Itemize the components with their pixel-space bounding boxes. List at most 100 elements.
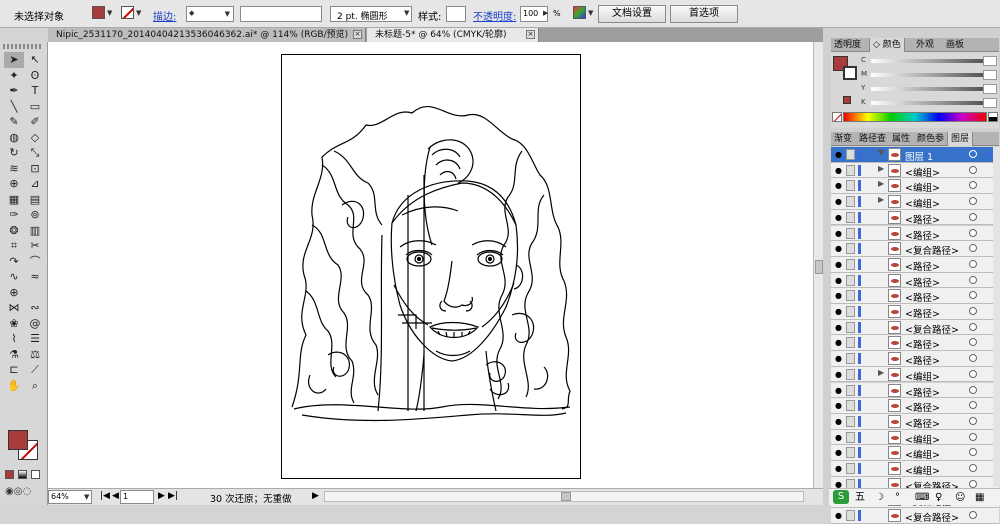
width-tool-icon[interactable]: ⋈	[4, 300, 24, 316]
tab-untitled-5[interactable]: 未标题-5* @ 64% (CMYK/轮廓) ×	[367, 28, 539, 42]
perspective-grid-icon[interactable]: ⊿	[25, 176, 45, 192]
lock-toggle-icon[interactable]	[846, 415, 855, 427]
stroke-dropdown-icon[interactable]: ▼	[136, 9, 141, 17]
pen-tool-icon[interactable]: ✒	[4, 83, 24, 99]
target-circle-icon[interactable]	[969, 385, 977, 394]
brush-dropdown-icon[interactable]: ▼	[404, 9, 409, 17]
canvas-area[interactable]	[48, 42, 813, 488]
lock-toggle-icon[interactable]	[846, 274, 855, 286]
line-tool-icon[interactable]: ╲	[4, 99, 24, 115]
cyan-slider[interactable]	[871, 59, 983, 63]
paintbrush-icon[interactable]: ✎	[4, 114, 24, 130]
eye-visibility-icon[interactable]: ●	[835, 448, 844, 457]
yellow-slider[interactable]	[871, 87, 983, 91]
blank-icon[interactable]	[25, 285, 45, 301]
variable-width-field[interactable]	[240, 6, 322, 22]
target-circle-icon[interactable]	[969, 150, 977, 158]
eye-visibility-icon[interactable]: ●	[835, 338, 844, 347]
lock-toggle-icon[interactable]	[846, 258, 855, 270]
target-circle-icon[interactable]	[969, 307, 977, 315]
lock-toggle-icon[interactable]	[846, 447, 855, 459]
close-tab-icon[interactable]: ×	[353, 30, 362, 39]
opacity-label[interactable]: 不透明度:	[473, 8, 516, 23]
prev-artboard-icon[interactable]: ◀	[112, 491, 119, 501]
document-setup-button[interactable]: 文档设置	[598, 5, 666, 23]
layer-row[interactable]: ● <路径>	[831, 413, 999, 430]
color-stroke-swatch[interactable]	[843, 66, 857, 80]
lock-toggle-icon[interactable]	[846, 510, 855, 522]
fill-swatch-icon[interactable]	[8, 430, 28, 450]
eye-visibility-icon[interactable]: ●	[835, 370, 844, 379]
status-menu-icon[interactable]: ▶	[312, 491, 319, 501]
lock-toggle-icon[interactable]	[846, 384, 855, 396]
tab-layers[interactable]: 图层	[947, 132, 974, 146]
curve-red-icon[interactable]: ↷	[4, 254, 24, 270]
twirl-icon[interactable]: @	[25, 316, 45, 332]
target-circle-icon[interactable]	[969, 416, 977, 425]
last-artboard-icon[interactable]: ▶|	[168, 491, 178, 501]
eraser-icon[interactable]: ◇	[25, 130, 45, 146]
layer-row[interactable]: ● <复合路径>	[831, 241, 999, 257]
eye-visibility-icon[interactable]: ●	[835, 417, 844, 426]
lock-toggle-icon[interactable]	[846, 463, 855, 474]
pencil-icon[interactable]: ✐	[25, 114, 45, 130]
tab-nipic-document[interactable]: Nipic_2531170_20140404213536046362.ai* @…	[48, 28, 366, 42]
eye-visibility-icon[interactable]: ●	[835, 229, 844, 238]
zigzag-icon[interactable]: ≈	[25, 269, 45, 285]
magenta-value-field[interactable]	[983, 70, 997, 80]
layer-row[interactable]: ● <路径>	[831, 382, 999, 399]
mesh-tool-icon[interactable]: ▦	[4, 192, 24, 208]
black-slider[interactable]	[871, 101, 983, 105]
first-artboard-icon[interactable]: |◀	[100, 491, 110, 501]
align-icon[interactable]: ☰	[25, 331, 45, 347]
target-circle-icon[interactable]	[969, 291, 977, 300]
yellow-value-field[interactable]	[983, 84, 997, 94]
h-scroll-thumb[interactable]	[561, 492, 571, 501]
lock-toggle-icon[interactable]	[846, 400, 855, 412]
selection-tool-icon[interactable]: ➤	[4, 52, 24, 68]
lock-toggle-icon[interactable]	[846, 243, 855, 255]
cyan-slider-row[interactable]: C	[861, 56, 997, 67]
target-circle-icon[interactable]	[969, 275, 977, 284]
horizontal-scrollbar[interactable]	[324, 491, 804, 502]
eye-visibility-icon[interactable]: ●	[835, 464, 844, 473]
white-black-swatch[interactable]	[988, 112, 998, 122]
layer-row[interactable]: ● <路径>	[831, 272, 999, 289]
lock-toggle-icon[interactable]	[846, 368, 855, 380]
eye-visibility-icon[interactable]: ●	[835, 150, 844, 159]
expand-triangle-icon[interactable]: ▶	[878, 179, 884, 188]
artboard[interactable]	[281, 54, 581, 479]
ime-glyph-icon[interactable]: 五	[855, 489, 865, 506]
gradient-tool-icon[interactable]: ▤	[25, 192, 45, 208]
scallop-icon[interactable]: ❀	[4, 316, 24, 332]
recolor-dropdown-icon[interactable]: ▼	[588, 9, 593, 17]
eye-visibility-icon[interactable]: ●	[835, 386, 844, 395]
layer-row[interactable]: ● <复合路径>	[831, 319, 999, 336]
eye-visibility-icon[interactable]: ●	[835, 197, 844, 206]
eye-visibility-icon[interactable]: ●	[835, 354, 844, 363]
magenta-slider-row[interactable]: M	[861, 70, 997, 81]
zoom-dropdown-icon[interactable]: ▼	[84, 493, 89, 501]
style-swatch[interactable]	[446, 6, 466, 22]
layer-row[interactable]: ● <路径>	[831, 351, 999, 367]
knife-icon[interactable]: ⟋	[25, 362, 45, 378]
target-circle-icon[interactable]	[969, 479, 977, 488]
layer-row[interactable]: ● <路径>	[831, 398, 999, 414]
stroke-weight-dropdown-icon[interactable]: ▼	[225, 10, 230, 18]
crop-icon[interactable]: ⊏	[4, 362, 24, 378]
target-icon[interactable]: ⊕	[4, 285, 24, 301]
slice-tool-icon[interactable]: ✂	[25, 238, 45, 254]
black-value-field[interactable]	[983, 98, 997, 108]
tab-color[interactable]: ◇ 颜色	[869, 38, 905, 52]
lock-toggle-icon[interactable]	[846, 196, 855, 208]
lock-toggle-icon[interactable]	[846, 431, 855, 443]
lock-toggle-icon[interactable]	[846, 164, 855, 176]
magic-wand-icon[interactable]: ✦	[4, 68, 24, 84]
lock-toggle-icon[interactable]	[846, 337, 855, 349]
draw-mode-icons[interactable]: ◉◎◌	[5, 486, 43, 498]
blend-tool-icon[interactable]: ⊚	[25, 207, 45, 223]
free-transform-icon[interactable]: ⊡	[25, 161, 45, 177]
ime-glyph-icon[interactable]: ♀	[935, 489, 942, 506]
eye-visibility-icon[interactable]: ●	[835, 181, 844, 190]
ime-glyph-icon[interactable]: °	[895, 489, 900, 506]
